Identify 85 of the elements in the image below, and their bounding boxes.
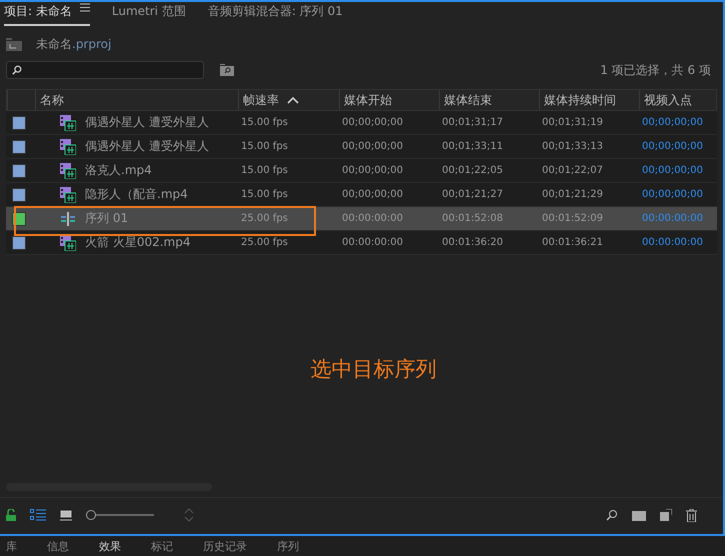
item-name: 偶遇外星人 遭受外星人 — [85, 114, 209, 131]
lock-icon[interactable] — [6, 509, 16, 521]
label-color-swatch[interactable] — [12, 236, 26, 250]
search-field[interactable] — [6, 61, 204, 79]
new-item-icon[interactable] — [660, 508, 672, 520]
table-cell-text: 00;01;21;29 — [541, 189, 604, 200]
sort-ascending-icon[interactable] — [287, 96, 299, 104]
table-cell-text: 00:01:52:08 — [441, 213, 504, 224]
video-clip-icon — [60, 114, 76, 130]
table-row[interactable]: 序列 01 25.00 fps 00:00:00:00 00:01:52:08 00:01:52:09 00:00:00:00 — [6, 207, 717, 231]
panel-tab[interactable]: Lumetri 范围 — [112, 0, 186, 26]
table-row[interactable]: 隐形人（配音.mp4 15.00 fps 00;00;00;00 00;01;21;27 00;01;21;29 00;00;00;00 — [6, 183, 717, 207]
table-cell-text: 25.00 fps — [240, 237, 289, 248]
table-cell-text: 00:00:00:00 — [341, 237, 404, 248]
table-cell-text: 00:00:00:00 — [641, 213, 704, 224]
table-cell-text: 15.00 fps — [240, 165, 289, 176]
table-cell-text: 00;01;22;05 — [441, 165, 504, 176]
video-clip-icon — [60, 138, 76, 154]
column-header[interactable]: 视频入点 — [639, 90, 725, 110]
find-bin-icon[interactable] — [220, 64, 234, 76]
panel-tab[interactable]: 库 — [6, 538, 17, 554]
folder-icon[interactable] — [6, 38, 22, 51]
table-cell-text: 00;01;33;11 — [441, 141, 504, 152]
table-cell-text: 00;00;00;00 — [641, 165, 704, 176]
new-bin-icon[interactable] — [632, 508, 646, 520]
table-cell-text: 00;01;22;07 — [541, 165, 604, 176]
table-cell-text: 00;01;33;13 — [541, 141, 604, 152]
table-cell-text: 25.00 fps — [240, 213, 289, 224]
panel-tab[interactable]: 音频剪辑混合器: 序列 01 — [208, 0, 343, 26]
search-icon[interactable] — [606, 508, 618, 520]
item-name: 火箭 火星002.mp4 — [85, 234, 190, 251]
panel-tab[interactable]: 项目: 未命名 — [4, 0, 90, 26]
table-cell-text: 00;00;00;00 — [341, 165, 404, 176]
panel-tab[interactable]: 序列 — [277, 538, 299, 554]
label-color-swatch[interactable] — [12, 164, 26, 178]
table-cell-text: 00;00;00;00 — [341, 189, 404, 200]
column-header[interactable]: 媒体结束 — [439, 90, 539, 110]
panel-tab[interactable]: 效果 — [99, 538, 121, 554]
label-color-swatch[interactable] — [12, 188, 26, 202]
table-cell-text: 15.00 fps — [240, 189, 289, 200]
table-cell-text: 00;00;00;00 — [341, 141, 404, 152]
selection-status: 1 项已选择，共 6 项 — [600, 62, 712, 78]
table-cell-text: 00:00:00:00 — [641, 237, 704, 248]
table-cell-text: 00:01:36:21 — [541, 237, 604, 248]
item-name: 隐形人（配音.mp4 — [85, 186, 188, 203]
menu-icon[interactable] — [80, 3, 90, 12]
table-cell-text: 00;00;00;00 — [641, 141, 704, 152]
table-row[interactable]: 偶遇外星人 遭受外星人 15.00 fps 00;00;00;00 00;01;33;11 00;01;33;13 00;00;00;00 — [6, 135, 717, 159]
table-cell-text: 00:01:36:20 — [441, 237, 504, 248]
table-cell-text: 00:00:00:00 — [341, 213, 404, 224]
annotation-text: 选中目标序列 — [310, 356, 436, 383]
table-cell-text: 15.00 fps — [240, 141, 289, 152]
table-cell-text: 00:01:52:09 — [541, 213, 604, 224]
project-file-name: 未命名.prproj — [36, 36, 112, 53]
search-icon — [12, 64, 22, 76]
panel-tab[interactable]: 标记 — [151, 538, 173, 554]
table-cell-text: 00;00;00;00 — [641, 117, 704, 128]
item-name: 洛克人.mp4 — [85, 162, 152, 179]
column-header[interactable]: 媒体开始 — [339, 90, 439, 110]
item-name: 序列 01 — [85, 210, 128, 227]
table-cell-text: 00;01;31;17 — [441, 117, 504, 128]
table-row[interactable]: 火箭 火星002.mp4 25.00 fps 00:00:00:00 00:01:36:20 00:01:36:21 00:00:00:00 — [6, 231, 717, 255]
list-view-icon[interactable] — [30, 509, 46, 521]
sequence-icon — [60, 212, 76, 226]
video-clip-icon — [60, 186, 76, 202]
table-cell-text: 15.00 fps — [240, 117, 289, 128]
table-cell-text: 00;01;31;19 — [541, 117, 604, 128]
label-color-swatch[interactable] — [12, 116, 26, 130]
icon-view-icon[interactable] — [60, 510, 72, 520]
panel-tab[interactable]: 历史记录 — [203, 538, 247, 554]
trash-icon[interactable] — [686, 508, 697, 522]
zoom-slider[interactable] — [86, 510, 154, 520]
item-name: 偶遇外星人 遭受外星人 — [85, 138, 209, 155]
panel-tab[interactable]: 信息 — [47, 538, 69, 554]
table-cell-text: 00;00;00;00 — [641, 189, 704, 200]
video-clip-icon — [60, 162, 76, 178]
table-row[interactable]: 洛克人.mp4 15.00 fps 00;00;00;00 00;01;22;05 00;01;22;07 00;00;00;00 — [6, 159, 717, 183]
video-clip-icon — [60, 234, 76, 250]
table-cell-text: 00;00;00;00 — [341, 117, 404, 128]
column-header[interactable]: 媒体持续时间 — [539, 90, 639, 110]
table-row[interactable]: 偶遇外星人 遭受外星人 15.00 fps 00;00;00;00 00;01;31;17 00;01;31;19 00;00;00;00 — [6, 111, 717, 135]
table-cell-text: 00;01;21;27 — [441, 189, 504, 200]
column-header[interactable]: 名称 — [35, 90, 238, 110]
label-color-swatch[interactable] — [12, 140, 26, 154]
column-header[interactable]: 帧速率 — [238, 90, 339, 110]
